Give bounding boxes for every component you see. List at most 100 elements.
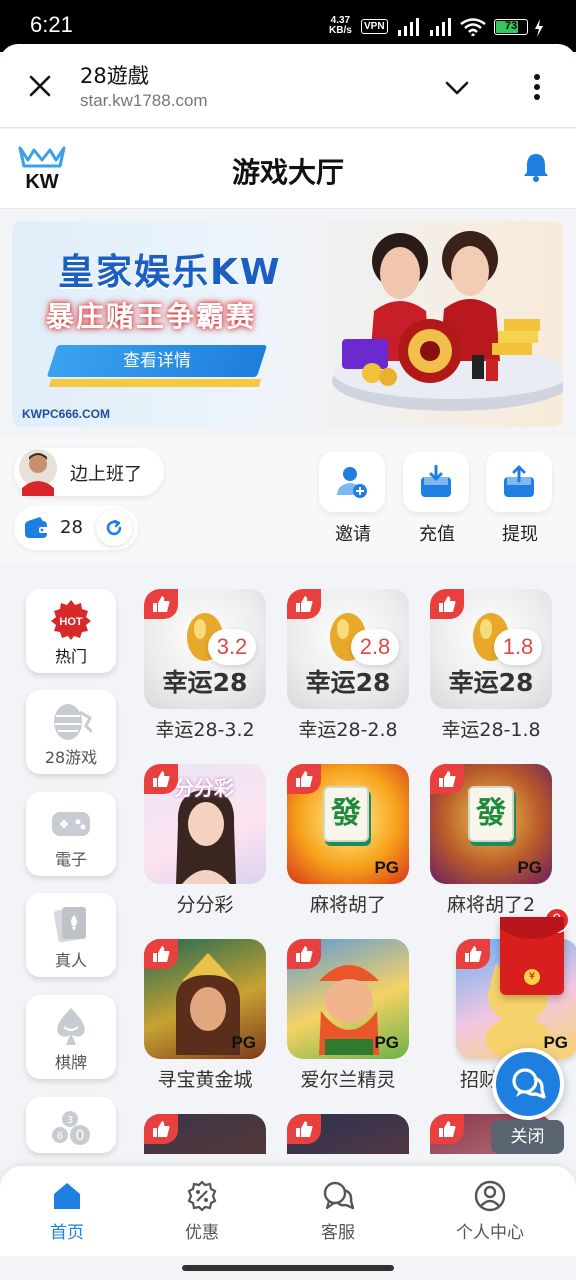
category-chess-cards[interactable]: 棋牌: [26, 995, 116, 1079]
user-icon: [474, 1180, 506, 1212]
refresh-balance-button[interactable]: [96, 510, 132, 546]
battery-icon: 73: [494, 19, 528, 35]
vpn-badge: VPN: [361, 19, 388, 34]
hot-badge-icon: HOT: [51, 600, 91, 640]
browser-url[interactable]: star.kw1788.com: [80, 91, 208, 111]
close-icon[interactable]: [26, 72, 54, 100]
game-card[interactable]: [144, 1114, 266, 1154]
game-card[interactable]: [287, 1114, 409, 1154]
like-badge: [430, 589, 464, 619]
game-thumbnail[interactable]: 分分彩: [144, 764, 266, 884]
game-card[interactable]: 2.8 幸运28 幸运28-2.8: [287, 589, 409, 742]
game-card[interactable]: PG 寻宝黄金城: [144, 939, 266, 1092]
like-badge: [144, 764, 178, 794]
game-thumbnail[interactable]: 發 PG: [430, 764, 552, 884]
thumbs-up-icon: [465, 946, 482, 962]
svg-text:6: 6: [57, 1131, 63, 1142]
game-thumbnail[interactable]: [144, 1114, 266, 1154]
lottery-balls-icon: 36 0: [52, 1111, 90, 1145]
game-card[interactable]: 發 PG 麻将胡了2: [430, 764, 552, 917]
red-packet-flap: [500, 917, 564, 939]
deposit-button[interactable]: 充值: [403, 452, 471, 546]
like-badge: [144, 939, 178, 969]
game-card[interactable]: 3.2 幸运28 幸运28-3.2: [144, 589, 266, 742]
game-thumbnail[interactable]: 發 PG: [287, 764, 409, 884]
like-badge: [456, 939, 490, 969]
category-hot[interactable]: HOT 热门: [26, 589, 116, 673]
customer-chat-button[interactable]: [492, 1048, 564, 1120]
thumbs-up-icon: [153, 1121, 170, 1137]
nav-profile[interactable]: 个人中心: [435, 1180, 545, 1243]
nav-home[interactable]: 首页: [12, 1180, 122, 1243]
chevron-down-icon[interactable]: [443, 74, 471, 102]
game-thumbnail[interactable]: 2.8 幸运28: [287, 589, 409, 709]
game-thumbnail[interactable]: 1.8 幸运28: [430, 589, 552, 709]
promo-banner[interactable]: 皇家娱乐KW 暴庄赌王争霸赛 查看详情 KWPC666.COM: [12, 221, 563, 427]
cell-signal-icon: [398, 18, 419, 36]
nav-customer-service[interactable]: 客服: [283, 1180, 393, 1243]
banner-site: KWPC666.COM: [22, 407, 111, 421]
discount-badge-icon: [187, 1180, 217, 1212]
username: 边上班了: [70, 464, 142, 485]
game-thumbnail[interactable]: [287, 1114, 409, 1154]
wifi-icon: [460, 18, 486, 36]
invite-button[interactable]: 邀请: [319, 452, 387, 546]
thumbs-up-icon: [296, 771, 313, 787]
game-card[interactable]: 分分彩 分分彩: [144, 764, 266, 917]
user-profile-pill[interactable]: 边上班了: [14, 448, 164, 496]
thumbs-up-icon: [439, 771, 456, 787]
thumbs-up-icon: [439, 596, 456, 612]
more-options-icon[interactable]: [524, 72, 550, 102]
spade-icon: [57, 1008, 85, 1045]
like-badge: [287, 589, 321, 619]
game-thumbnail[interactable]: 3.2 幸运28: [144, 589, 266, 709]
nav-promotions[interactable]: 优惠: [147, 1180, 257, 1243]
game-name: 爱尔兰精灵: [300, 1069, 396, 1091]
game-card[interactable]: PG 爱尔兰精灵: [287, 939, 409, 1092]
page-title: 游戏大厅: [231, 156, 344, 189]
coin-icon: ¥: [524, 969, 540, 985]
svg-text:0: 0: [76, 1128, 85, 1144]
like-badge: [430, 1114, 464, 1144]
like-badge: [287, 764, 321, 794]
game-name: 分分彩: [176, 894, 234, 916]
banner-casino-illustration: [332, 231, 563, 411]
withdraw-button[interactable]: 提现: [486, 452, 554, 546]
gesture-handle[interactable]: [182, 1265, 394, 1271]
game-name: 幸运28-1.8: [441, 719, 541, 741]
game-card[interactable]: 發 PG 麻将胡了: [287, 764, 409, 917]
game-name: 幸运28-2.8: [298, 719, 398, 741]
svg-text:3: 3: [67, 1115, 73, 1126]
like-badge: [287, 1114, 321, 1144]
game-thumbnail[interactable]: PG: [144, 939, 266, 1059]
close-floating-button[interactable]: 关闭: [491, 1120, 564, 1154]
invite-user-icon: [337, 467, 367, 498]
game-name: 幸运28-3.2: [155, 719, 255, 741]
game-thumbnail[interactable]: PG: [287, 939, 409, 1059]
game-name: 寻宝黄金城: [157, 1069, 253, 1091]
balance-pill: 28: [14, 506, 138, 550]
game-card[interactable]: 1.8 幸运28 幸运28-1.8: [430, 589, 552, 742]
category-electronic[interactable]: 電子: [26, 792, 116, 876]
red-packet-button[interactable]: 9 ¥: [500, 907, 570, 995]
balance-value: 28: [60, 517, 83, 538]
thumbs-up-icon: [153, 771, 170, 787]
gesture-bar-area: [0, 1256, 576, 1280]
bell-icon[interactable]: [521, 151, 551, 183]
browser-page-title: 28遊戲: [80, 64, 149, 88]
chat-bubbles-icon: [512, 1068, 546, 1099]
egg-icon: [54, 704, 92, 740]
category-live[interactable]: 真人: [26, 893, 116, 977]
avatar: [19, 449, 57, 496]
like-badge: [144, 1114, 178, 1144]
banner-title: 皇家娱乐KW: [58, 252, 282, 293]
category-28-games[interactable]: 28游戏: [26, 690, 116, 774]
thumbs-up-icon: [153, 596, 170, 612]
playing-cards-icon: [53, 907, 86, 943]
thumbs-up-icon: [296, 1121, 313, 1137]
deposit-icon: [421, 465, 451, 497]
banner-details-button[interactable]: 查看详情: [46, 345, 268, 377]
charging-icon: [535, 19, 543, 37]
like-badge: [430, 764, 464, 794]
category-lottery[interactable]: 36 0: [26, 1097, 116, 1153]
